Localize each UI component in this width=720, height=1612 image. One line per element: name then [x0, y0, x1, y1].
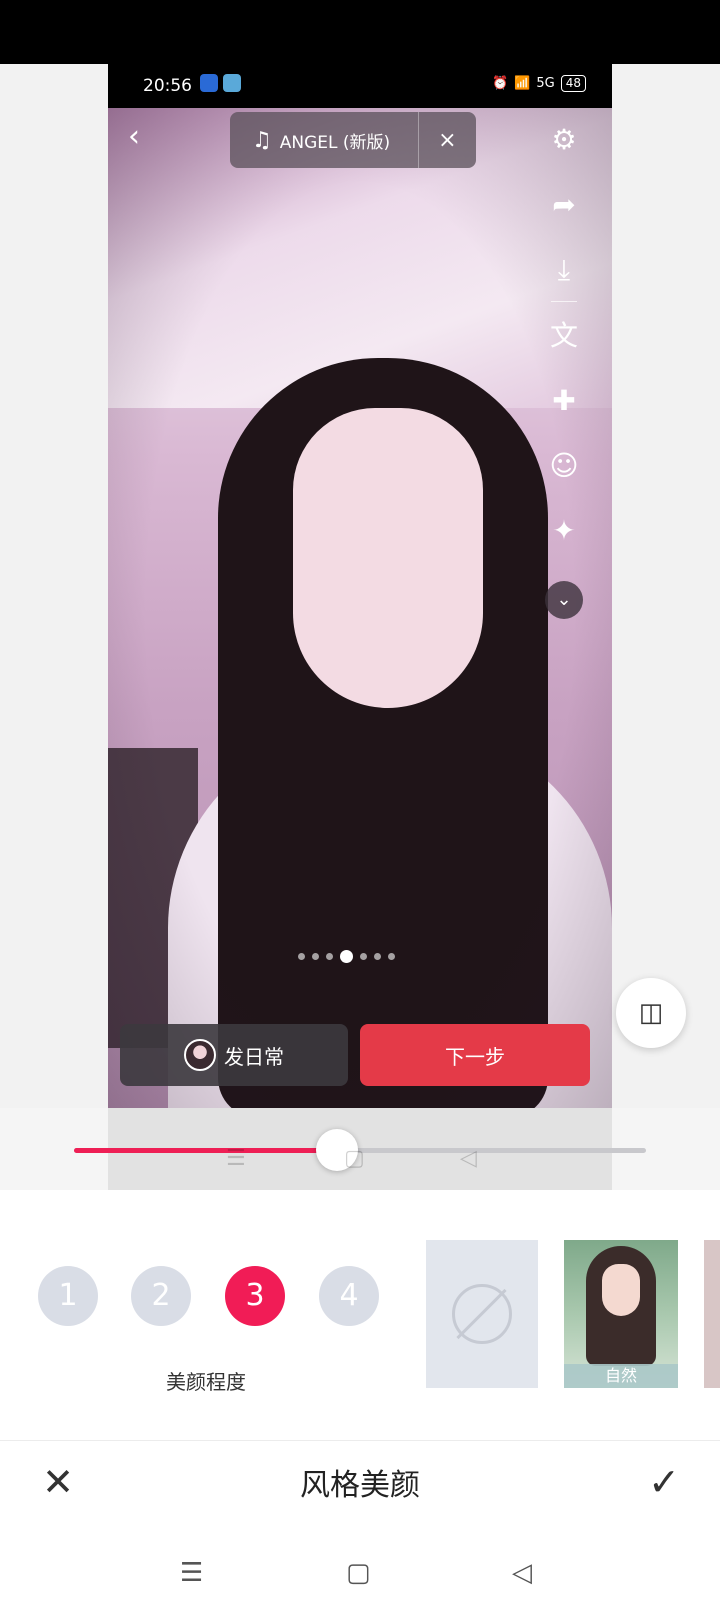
compare-button[interactable]: ◫ — [616, 978, 686, 1048]
top-black-bar — [0, 0, 720, 64]
beauty-level-2[interactable]: 2 — [131, 1266, 191, 1326]
video-preview[interactable]: 20:56 ⏰ 📶 5G 48 ‹ ♫ ANGEL (新版) × ⚙ ➦ ⤓ 文… — [108, 64, 612, 1190]
style-natural-label: 自然 — [564, 1364, 678, 1388]
settings-icon[interactable]: ⚙ — [540, 116, 588, 164]
download-icon[interactable]: ⤓ — [540, 246, 588, 294]
app-notification-icon — [223, 74, 241, 92]
style-natural-tile[interactable]: 自然 — [564, 1240, 678, 1388]
preview-ghost-nav: ☰ ▢ ◁ — [108, 1108, 612, 1190]
alarm-icon: ⏰ — [491, 76, 509, 91]
app-notification-icon — [200, 74, 218, 92]
back-triangle-icon: ◁ — [460, 1146, 477, 1171]
side-toolbar: ⚙ ➦ ⤓ 文 ✚ ☺ ✦ ⌄ — [540, 116, 588, 637]
menu-icon: ☰ — [226, 1146, 246, 1171]
effects-icon[interactable]: ✦ — [540, 507, 588, 555]
panel-title: 风格美颜 — [300, 1468, 420, 1503]
music-title: ANGEL (新版) — [279, 132, 391, 153]
expand-more-button[interactable]: ⌄ — [540, 572, 588, 620]
beauty-level-3[interactable]: 3 — [225, 1266, 285, 1326]
status-bar: 20:56 ⏰ 📶 5G 48 — [108, 64, 612, 108]
beauty-level-1[interactable]: 1 — [38, 1266, 98, 1326]
home-icon[interactable]: ▢ — [346, 1558, 371, 1588]
style-next-tile[interactable] — [704, 1240, 720, 1388]
music-selector[interactable]: ♫ ANGEL (新版) × — [230, 112, 476, 168]
back-icon[interactable]: ‹ — [128, 119, 164, 155]
post-daily-button[interactable]: 发日常 — [120, 1024, 348, 1086]
beauty-level-4[interactable]: 4 — [319, 1266, 379, 1326]
confirm-check-icon[interactable]: ✓ — [642, 1460, 686, 1504]
avatar — [184, 1039, 216, 1071]
remove-music-button[interactable]: × — [419, 128, 476, 153]
music-note-icon: ♫ — [252, 127, 272, 153]
beauty-level-label: 美颜程度 — [166, 1370, 246, 1394]
battery-indicator: 48 — [560, 75, 586, 92]
page-indicator — [298, 950, 395, 963]
share-icon[interactable]: ➦ — [540, 181, 588, 229]
sticker-add-icon[interactable]: ✚ — [540, 377, 588, 425]
home-icon: ▢ — [344, 1146, 365, 1171]
compare-icon: ◫ — [638, 998, 664, 1028]
network-type: 5G — [536, 76, 555, 91]
next-step-button[interactable]: 下一步 — [360, 1024, 590, 1086]
menu-icon[interactable]: ☰ — [180, 1558, 203, 1588]
system-nav-bar: ☰ ▢ ◁ — [0, 1540, 720, 1612]
text-icon[interactable]: 文 — [540, 312, 588, 360]
sticker-icon[interactable]: ☺ — [540, 442, 588, 490]
back-triangle-icon[interactable]: ◁ — [512, 1558, 532, 1588]
status-time: 20:56 — [143, 76, 192, 96]
chevron-down-icon: ⌄ — [545, 581, 583, 619]
style-none-tile[interactable] — [426, 1240, 538, 1388]
wifi-icon: 📶 — [514, 76, 531, 91]
